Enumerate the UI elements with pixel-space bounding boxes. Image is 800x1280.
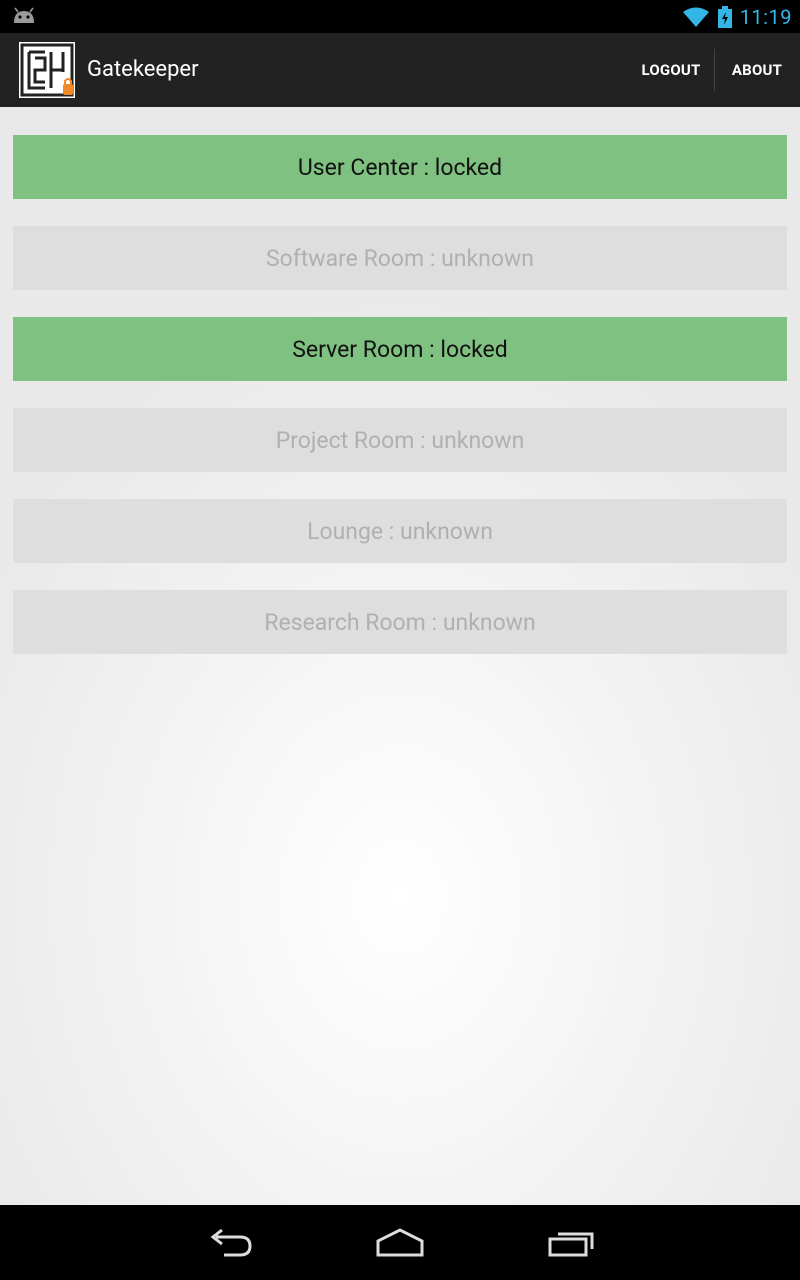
room-label: Software Room : unknown <box>266 244 534 272</box>
home-icon[interactable] <box>374 1225 426 1261</box>
logout-button[interactable]: LOGOUT <box>628 33 714 107</box>
room-label: Lounge : unknown <box>307 517 493 545</box>
app-title: Gatekeeper <box>87 57 199 82</box>
back-icon[interactable] <box>204 1225 256 1261</box>
room-lounge[interactable]: Lounge : unknown <box>13 499 787 563</box>
wifi-icon <box>682 7 709 27</box>
room-user-center[interactable]: User Center : locked <box>13 135 787 199</box>
room-research-room[interactable]: Research Room : unknown <box>13 590 787 654</box>
status-time: 11:19 <box>739 4 792 29</box>
room-label: User Center : locked <box>297 153 503 181</box>
android-notification-icon <box>14 7 34 23</box>
room-software-room[interactable]: Software Room : unknown <box>13 226 787 290</box>
battery-charging-icon <box>717 5 732 28</box>
app-logo-icon[interactable] <box>19 42 75 98</box>
room-label: Server Room : locked <box>292 335 508 363</box>
navigation-bar <box>0 1205 800 1280</box>
about-button[interactable]: ABOUT <box>716 33 798 107</box>
room-label: Project Room : unknown <box>275 426 525 454</box>
room-project-room[interactable]: Project Room : unknown <box>13 408 787 472</box>
room-list: User Center : locked Software Room : unk… <box>0 107 800 1205</box>
room-server-room[interactable]: Server Room : locked <box>13 317 787 381</box>
action-divider <box>714 49 715 91</box>
status-bar: 11:19 <box>0 0 800 33</box>
action-bar: Gatekeeper LOGOUT ABOUT <box>0 33 800 108</box>
recents-icon[interactable] <box>546 1225 598 1261</box>
room-label: Research Room : unknown <box>264 608 536 636</box>
